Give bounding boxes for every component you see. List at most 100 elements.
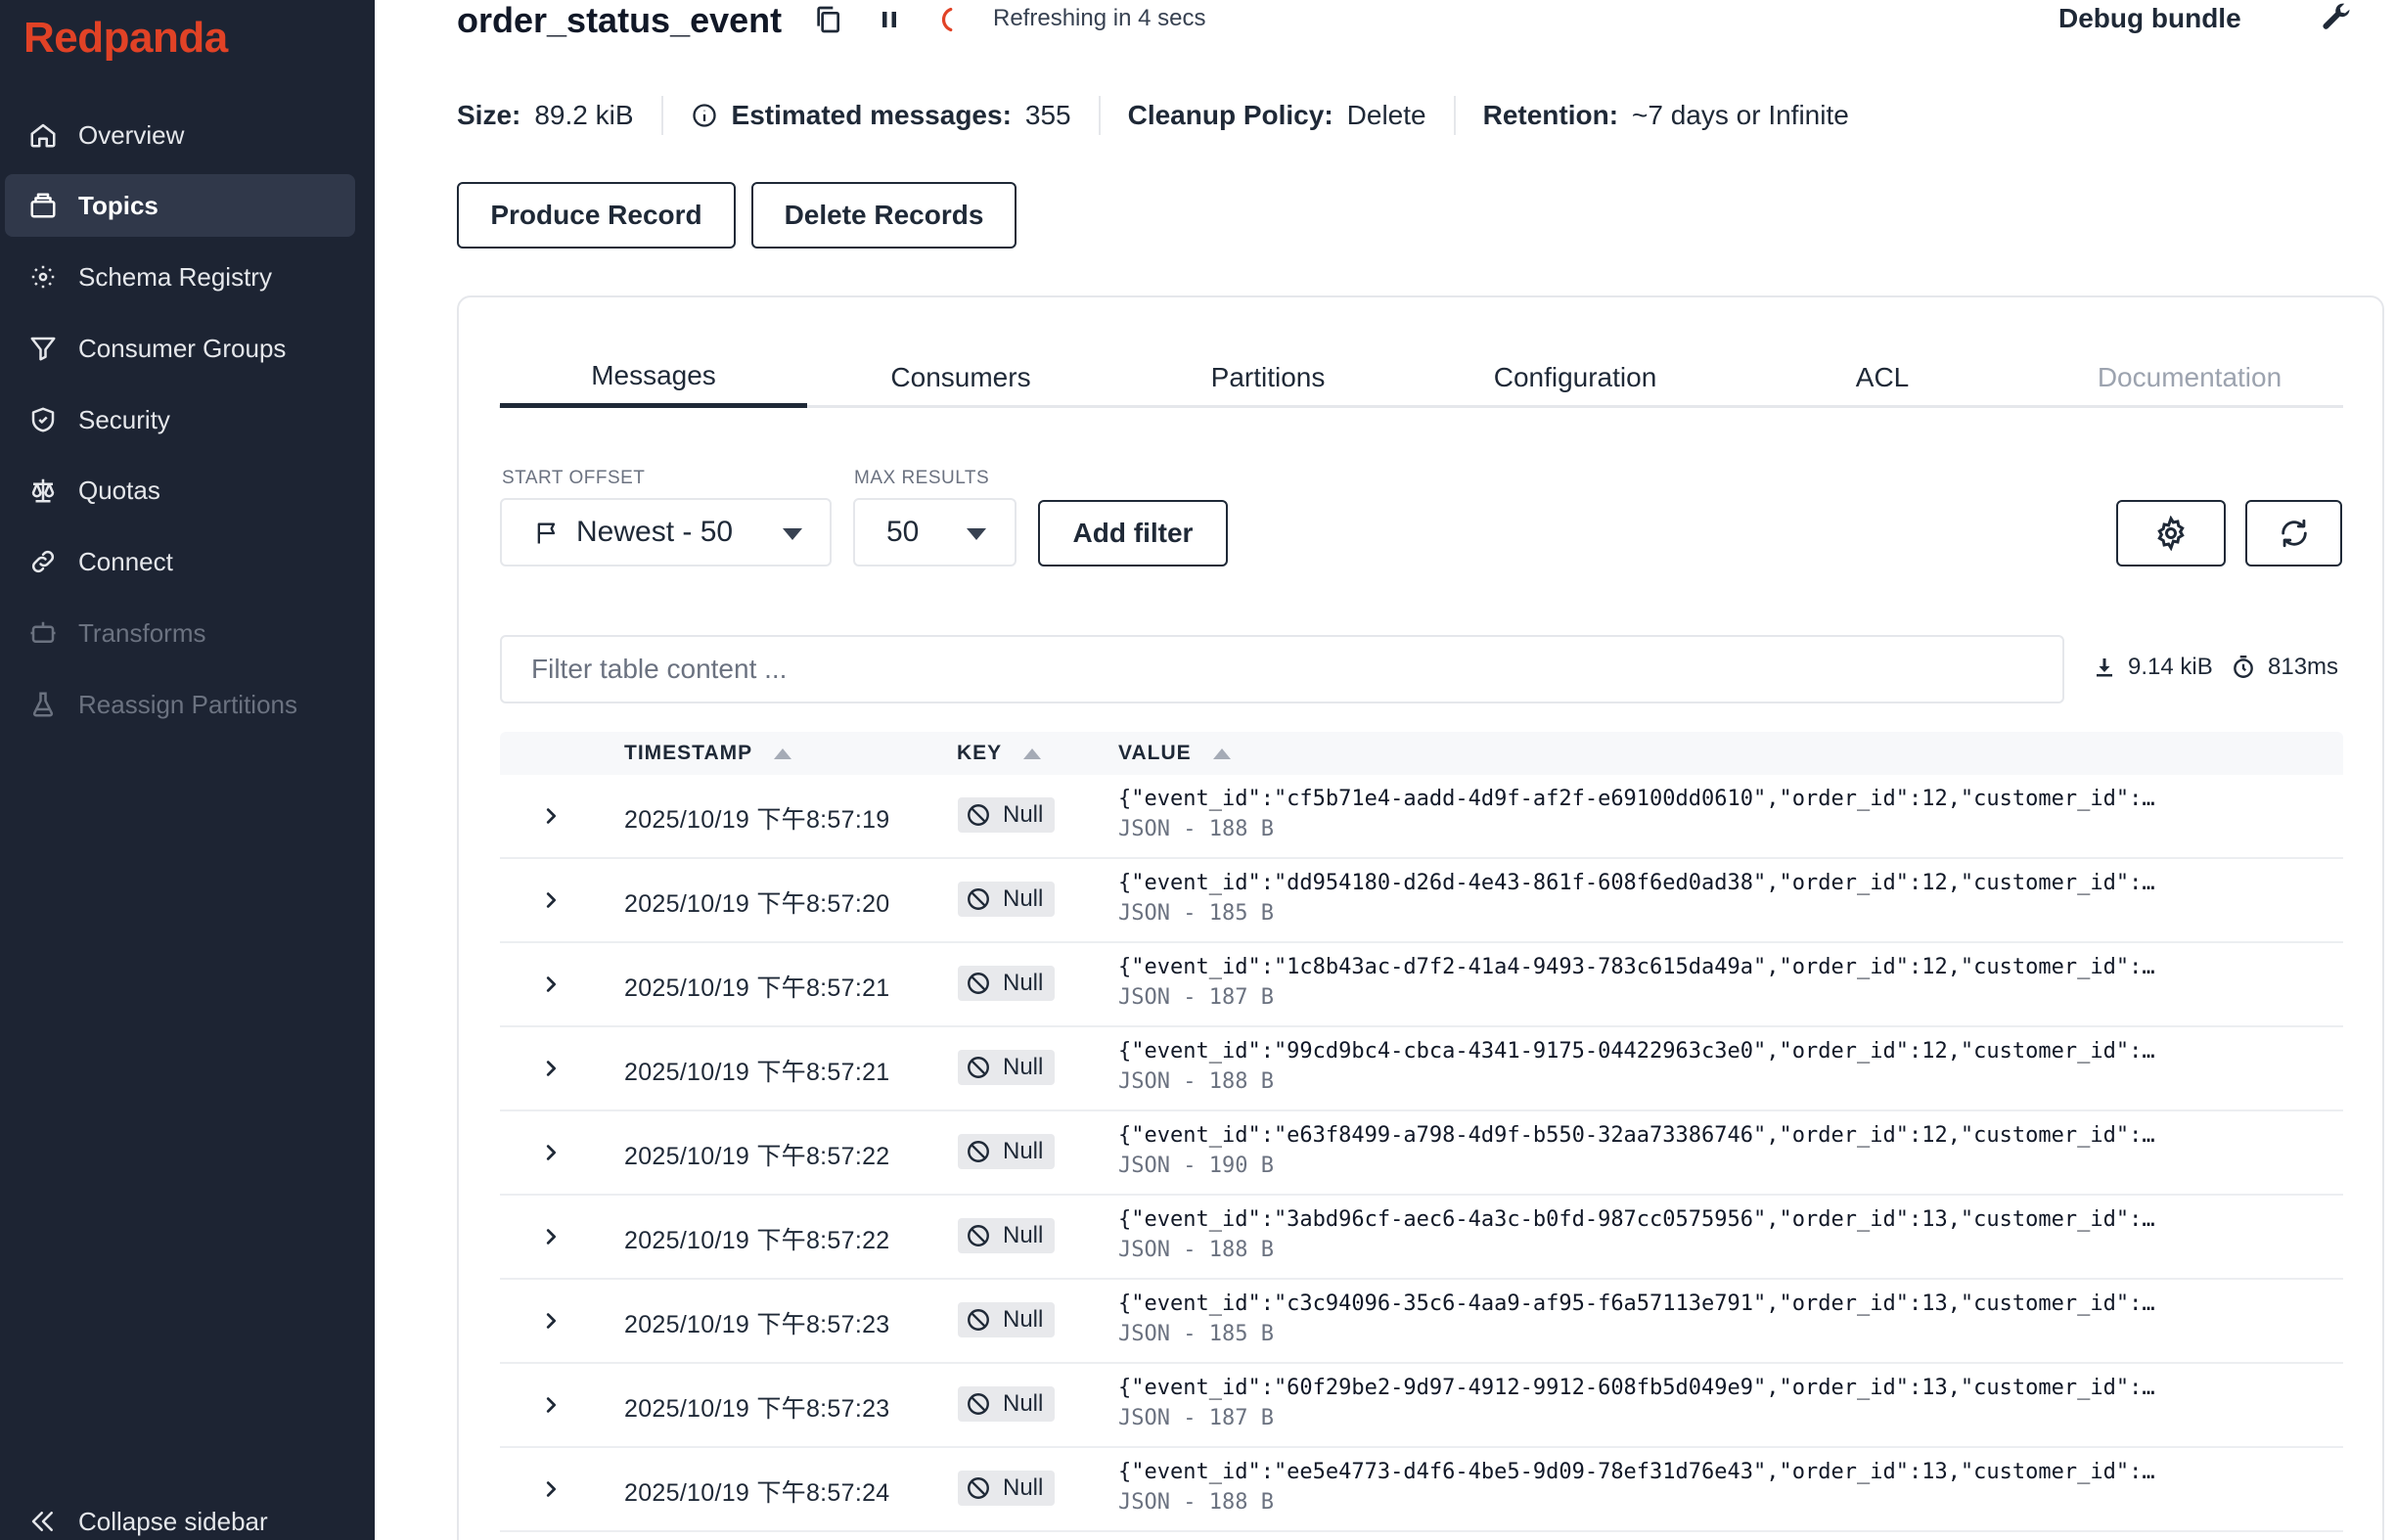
chevron-right-icon[interactable] xyxy=(534,1388,567,1422)
chevron-right-icon[interactable] xyxy=(534,968,567,1001)
tab-consumers[interactable]: Consumers xyxy=(807,347,1114,408)
divider xyxy=(1098,96,1101,135)
app-root: Redpanda Overview Topics Schema Registry… xyxy=(0,0,2395,1540)
column-header-key[interactable]: KEY xyxy=(957,742,1042,765)
stat-size: Size: 89.2 kiB xyxy=(457,100,634,131)
ban-icon xyxy=(968,888,989,910)
filter-table-input[interactable] xyxy=(500,635,2064,703)
produce-record-button[interactable]: Produce Record xyxy=(457,182,736,249)
key-null-badge: Null xyxy=(958,1050,1056,1085)
table-row[interactable]: 2025/10/19 下午8:57:24 Null {"event_id":"e… xyxy=(500,1448,2343,1532)
schema-icon xyxy=(26,260,60,294)
chevron-right-icon[interactable] xyxy=(534,1052,567,1085)
tab-partitions[interactable]: Partitions xyxy=(1114,347,1422,408)
chevron-right-icon[interactable] xyxy=(534,1136,567,1169)
page-title: order_status_event xyxy=(457,0,783,40)
chevron-right-icon[interactable] xyxy=(534,883,567,917)
key-value: Null xyxy=(1003,1390,1044,1417)
sidebar-item-quotas[interactable]: Quotas xyxy=(5,459,355,521)
delete-records-button[interactable]: Delete Records xyxy=(751,182,1017,249)
chevron-down-icon xyxy=(783,528,802,540)
sidebar-item-connect[interactable]: Connect xyxy=(5,530,355,593)
sidebar-item-overview[interactable]: Overview xyxy=(5,104,355,166)
sidebar-item-label: Reassign Partitions xyxy=(78,689,297,719)
sidebar-item-label: Schema Registry xyxy=(78,261,272,292)
stat-label: Size: xyxy=(457,100,521,130)
row-value: {"event_id":"e63f8499-a798-4d9f-b550-32a… xyxy=(1118,1123,2155,1148)
sidebar-item-label: Security xyxy=(78,404,170,434)
key-value: Null xyxy=(1003,885,1044,912)
double-chevron-left-icon xyxy=(26,1505,60,1538)
ban-icon xyxy=(968,804,989,826)
topic-stats: Size: 89.2 kiB Estimated messages: 355 C… xyxy=(457,96,1849,135)
wrench-icon[interactable] xyxy=(2319,0,2354,35)
key-value: Null xyxy=(1003,1222,1044,1248)
stat-label: Retention: xyxy=(1482,100,1619,130)
column-header-label: TIMESTAMP xyxy=(624,742,753,764)
sidebar-item-reassign-partitions[interactable]: Reassign Partitions xyxy=(5,673,355,736)
key-value: Null xyxy=(1003,970,1044,996)
sidebar-item-transforms[interactable]: Transforms xyxy=(5,602,355,664)
add-filter-button[interactable]: Add filter xyxy=(1038,500,1228,566)
row-value-meta: JSON - 187 B xyxy=(1118,1406,1274,1430)
pause-icon[interactable] xyxy=(872,2,907,37)
chevron-right-icon[interactable] xyxy=(534,1304,567,1337)
tab-documentation[interactable]: Documentation xyxy=(2036,347,2343,408)
row-value: {"event_id":"cf5b71e4-aadd-4d9f-af2f-e69… xyxy=(1118,787,2155,811)
debug-bundle-link[interactable]: Debug bundle xyxy=(2058,3,2241,34)
download-size-value: 9.14 kiB xyxy=(2128,654,2213,680)
ban-icon xyxy=(968,1393,989,1415)
sidebar-item-label: Quotas xyxy=(78,475,160,505)
copy-icon[interactable] xyxy=(810,2,845,37)
sidebar-item-topics[interactable]: Topics xyxy=(5,174,355,237)
link-icon xyxy=(26,545,60,578)
flag-icon xyxy=(533,520,561,547)
stat-value: 355 xyxy=(1024,100,1071,130)
table-row[interactable]: 2025/10/19 下午8:57:21 Null {"event_id":"1… xyxy=(500,943,2343,1027)
row-timestamp: 2025/10/19 下午8:57:21 xyxy=(624,1059,890,1086)
row-value: {"event_id":"60f29be2-9d97-4912-9912-608… xyxy=(1118,1376,2155,1400)
stat-cleanup-policy: Cleanup Policy: Delete xyxy=(1128,100,1426,131)
start-offset-select[interactable]: Newest - 50 xyxy=(500,498,832,566)
row-timestamp: 2025/10/19 下午8:57:19 xyxy=(624,806,890,834)
tab-acl[interactable]: ACL xyxy=(1729,347,2036,408)
key-null-badge: Null xyxy=(958,1302,1056,1337)
ban-icon xyxy=(968,1477,989,1499)
info-icon[interactable] xyxy=(691,102,718,129)
row-timestamp: 2025/10/19 下午8:57:21 xyxy=(624,974,890,1002)
column-header-timestamp[interactable]: TIMESTAMP xyxy=(624,742,792,765)
max-results-value: 50 xyxy=(886,516,920,548)
sidebar-item-schema-registry[interactable]: Schema Registry xyxy=(5,246,355,308)
table-row[interactable]: 2025/10/19 下午8:57:19 Null {"event_id":"c… xyxy=(500,775,2343,859)
table-row[interactable]: 2025/10/19 下午8:57:22 Null {"event_id":"3… xyxy=(500,1196,2343,1280)
settings-button[interactable] xyxy=(2116,500,2226,566)
key-null-badge: Null xyxy=(958,1386,1056,1422)
tab-configuration[interactable]: Configuration xyxy=(1422,347,1729,408)
sidebar-item-label: Consumer Groups xyxy=(78,333,287,363)
refresh-icon xyxy=(2278,517,2311,550)
ban-icon xyxy=(968,1141,989,1162)
chevron-right-icon[interactable] xyxy=(534,1220,567,1253)
key-null-badge: Null xyxy=(958,1134,1056,1169)
chevron-right-icon[interactable] xyxy=(534,1472,567,1506)
tab-messages[interactable]: Messages xyxy=(500,347,807,408)
row-timestamp: 2025/10/19 下午8:57:23 xyxy=(624,1311,890,1338)
max-results-label: MAX RESULTS xyxy=(854,468,990,488)
sidebar: Redpanda Overview Topics Schema Registry… xyxy=(0,0,375,1540)
chevron-right-icon[interactable] xyxy=(534,799,567,833)
sidebar-item-security[interactable]: Security xyxy=(5,388,355,451)
column-header-value[interactable]: VALUE xyxy=(1118,742,1231,765)
sidebar-item-consumer-groups[interactable]: Consumer Groups xyxy=(5,317,355,380)
row-timestamp: 2025/10/19 下午8:57:22 xyxy=(624,1143,890,1170)
table-row[interactable]: 2025/10/19 下午8:57:22 Null {"event_id":"e… xyxy=(500,1111,2343,1196)
table-row[interactable]: 2025/10/19 下午8:57:23 Null {"event_id":"6… xyxy=(500,1364,2343,1448)
table-row[interactable]: 2025/10/19 下午8:57:23 Null {"event_id":"c… xyxy=(500,1280,2343,1364)
table-row[interactable]: 2025/10/19 下午8:57:20 Null {"event_id":"d… xyxy=(500,859,2343,943)
refresh-button[interactable] xyxy=(2245,500,2342,566)
max-results-select[interactable]: 50 xyxy=(853,498,1017,566)
row-value-meta: JSON - 188 B xyxy=(1118,1069,1274,1094)
messages-table-body: 2025/10/19 下午8:57:19 Null {"event_id":"c… xyxy=(500,775,2343,1532)
table-row[interactable]: 2025/10/19 下午8:57:21 Null {"event_id":"9… xyxy=(500,1027,2343,1111)
start-offset-label: START OFFSET xyxy=(502,468,646,488)
redpanda-logo[interactable]: Redpanda xyxy=(23,14,228,63)
